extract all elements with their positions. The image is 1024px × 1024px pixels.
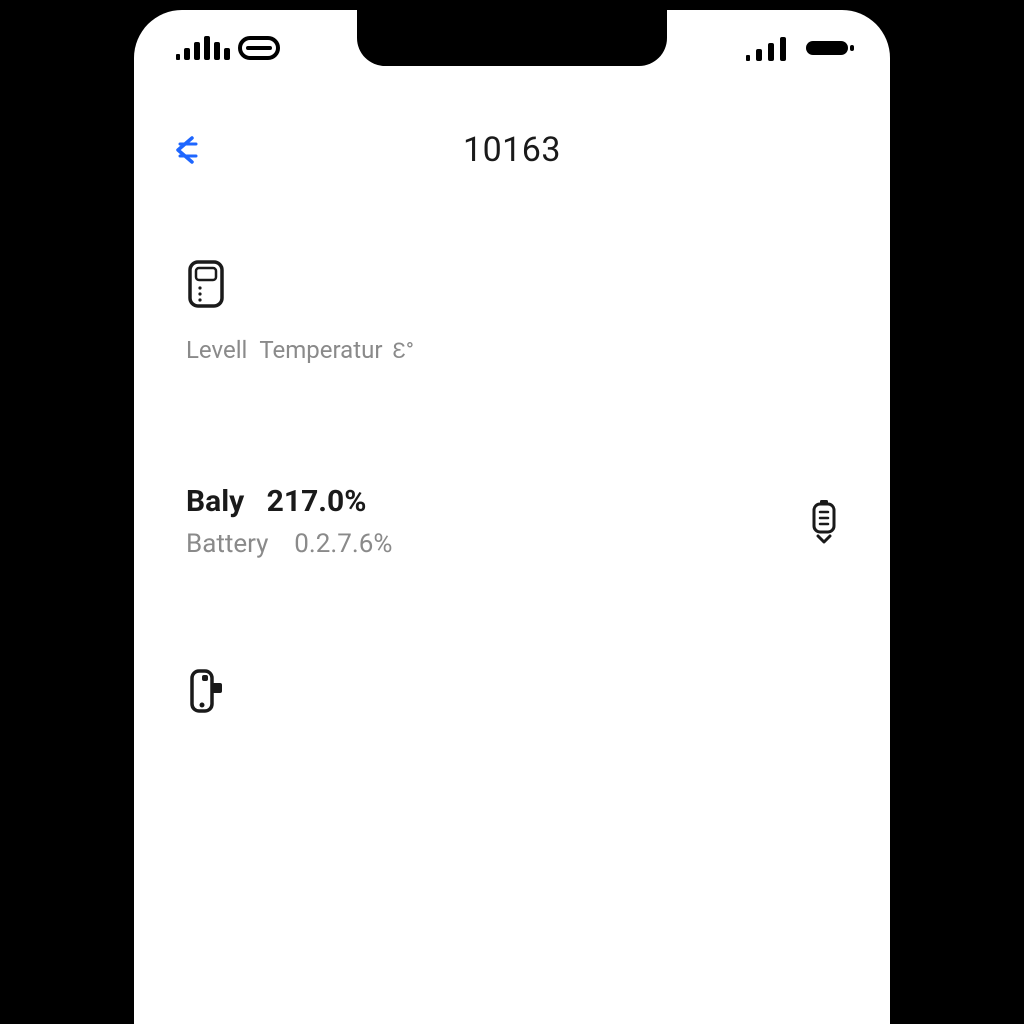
notch	[357, 10, 667, 66]
status-left	[166, 34, 286, 62]
battery-secondary-label: Battery	[186, 529, 268, 559]
temperature-label: Temperatur	[259, 336, 382, 364]
page-title: 10163	[463, 130, 561, 170]
device-icon	[186, 260, 838, 308]
level-label: Levell	[186, 336, 247, 364]
battery-primary-value: 217.0%	[267, 484, 367, 519]
phone-icon	[186, 669, 838, 717]
carrier-signal-icon	[176, 34, 286, 62]
level-temperature-row: Levell Temperatur Ɛ°	[186, 336, 838, 364]
battery-down-icon[interactable]	[810, 500, 838, 544]
back-button[interactable]	[170, 132, 206, 168]
battery-secondary-line: Battery 0.2.7.6%	[186, 529, 392, 559]
back-icon	[170, 132, 206, 168]
battery-primary-line: Baly 217.0%	[186, 484, 392, 519]
phone-frame: 10163 Levell Temperatur Ɛ° Baly 217.0%	[134, 10, 890, 1024]
battery-section: Baly 217.0% Battery 0.2.7.6%	[186, 484, 838, 559]
content-area: Levell Temperatur Ɛ° Baly 217.0% Battery…	[186, 260, 838, 717]
battery-secondary-value: 0.2.7.6%	[294, 529, 392, 559]
battery-primary-label: Baly	[186, 484, 244, 519]
temperature-unit: Ɛ°	[392, 338, 414, 364]
status-right	[746, 35, 858, 61]
battery-status-icon	[806, 38, 854, 58]
battery-texts: Baly 217.0% Battery 0.2.7.6%	[186, 484, 392, 559]
nav-bar: 10163	[134, 118, 890, 182]
signal-strength-icon	[746, 35, 796, 61]
